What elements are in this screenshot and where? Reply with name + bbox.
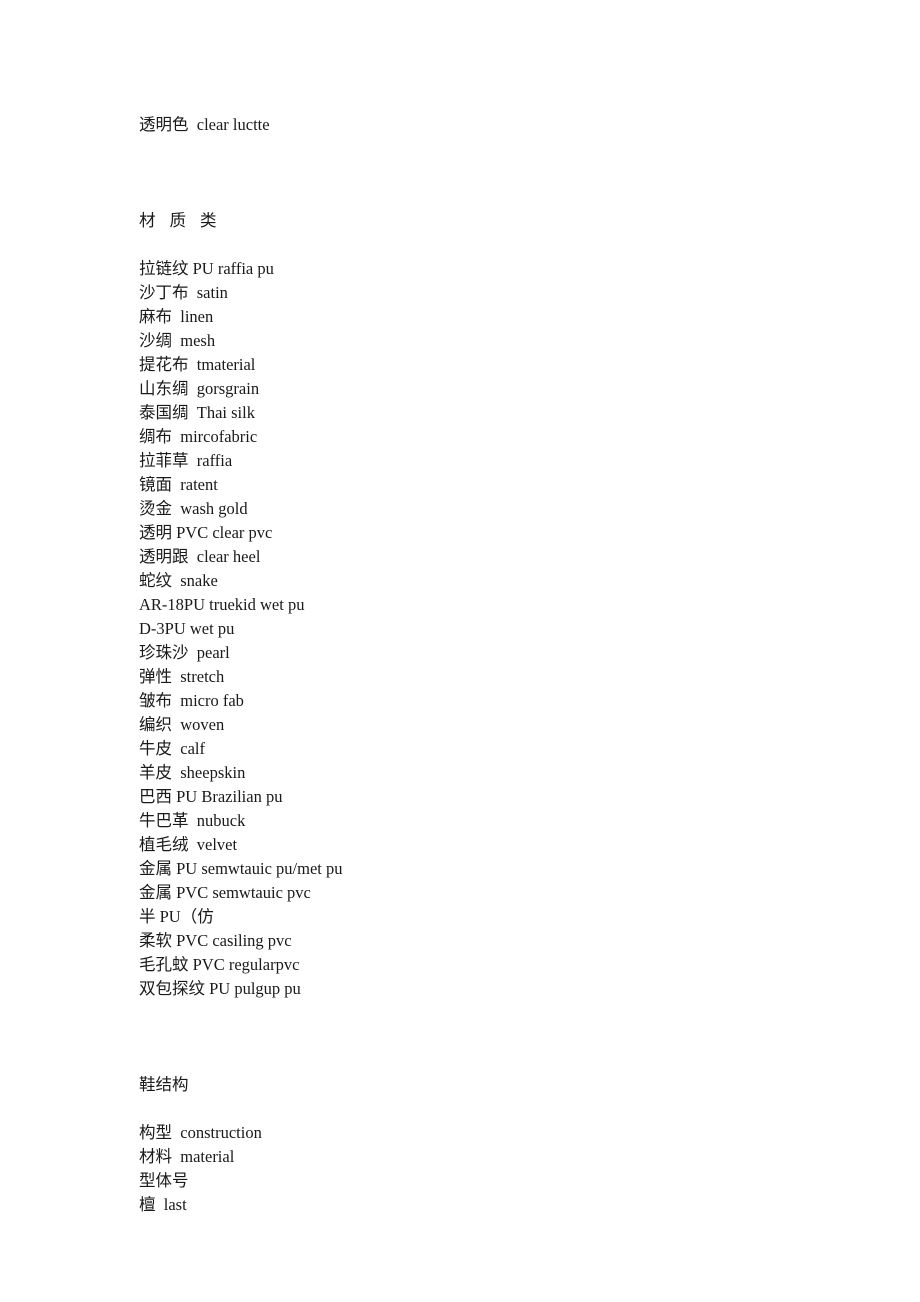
heading-spacer [139,233,779,257]
list-item: 弹性 stretch [139,667,225,686]
list-item: 牛巴革 nubuck [139,811,246,830]
list-item: 蛇纹 snake [139,571,218,590]
list-item: 金属 PU semwtauic pu/met pu [139,859,343,878]
list-item: 绸布 mircofabric [139,427,258,446]
list-item: 沙丁布 satin [139,283,228,302]
list-item: 麻布 linen [139,307,214,326]
list-item: AR-18PU truekid wet pu [139,595,305,614]
list-item: 镜面 ratent [139,475,218,494]
list-item: 巴西 PU Brazilian pu [139,787,283,806]
document-page: 透明色 clear luctte 材 质 类 拉链纹 PU raffia pu … [0,0,920,1302]
section-heading-materials: 材 质 类 [139,211,222,230]
list-item: 编织 woven [139,715,225,734]
list-item: 材料 material [139,1147,235,1166]
section-heading-shoe-structure: 鞋结构 [139,1075,189,1094]
document-body: 透明色 clear luctte 材 质 类 拉链纹 PU raffia pu … [139,113,779,1217]
list-item: 拉链纹 PU raffia pu [139,259,274,278]
list-item: 构型 construction [139,1123,262,1142]
list-item: 泰国绸 Thai silk [139,403,255,422]
heading-spacer [139,1097,779,1121]
list-item: 透明跟 clear heel [139,547,261,566]
list-item: 拉菲草 raffia [139,451,233,470]
list-item: 型体号 [139,1171,189,1190]
list-item: 烫金 wash gold [139,499,248,518]
list-item: 毛孔蚊 PVC regularpvc [139,955,300,974]
list-item: 珍珠沙 pearl [139,643,230,662]
list-item: 金属 PVC semwtauic pvc [139,883,311,902]
list-item: D-3PU wet pu [139,619,235,638]
list-item: 牛皮 calf [139,739,205,758]
list-item: 羊皮 sheepskin [139,763,246,782]
list-item: 山东绸 gorsgrain [139,379,260,398]
intro-line: 透明色 clear luctte [139,115,270,134]
list-item: 双包探纹 PU pulgup pu [139,979,301,998]
list-item: 柔软 PVC casiling pvc [139,931,292,950]
list-item: 檀 last [139,1195,187,1214]
list-item: 透明 PVC clear pvc [139,523,273,542]
list-item: 半 PU（仿 [139,907,214,926]
list-item: 皱布 micro fab [139,691,244,710]
list-item: 提花布 tmaterial [139,355,256,374]
list-item: 沙绸 mesh [139,331,216,350]
list-item: 植毛绒 velvet [139,835,238,854]
